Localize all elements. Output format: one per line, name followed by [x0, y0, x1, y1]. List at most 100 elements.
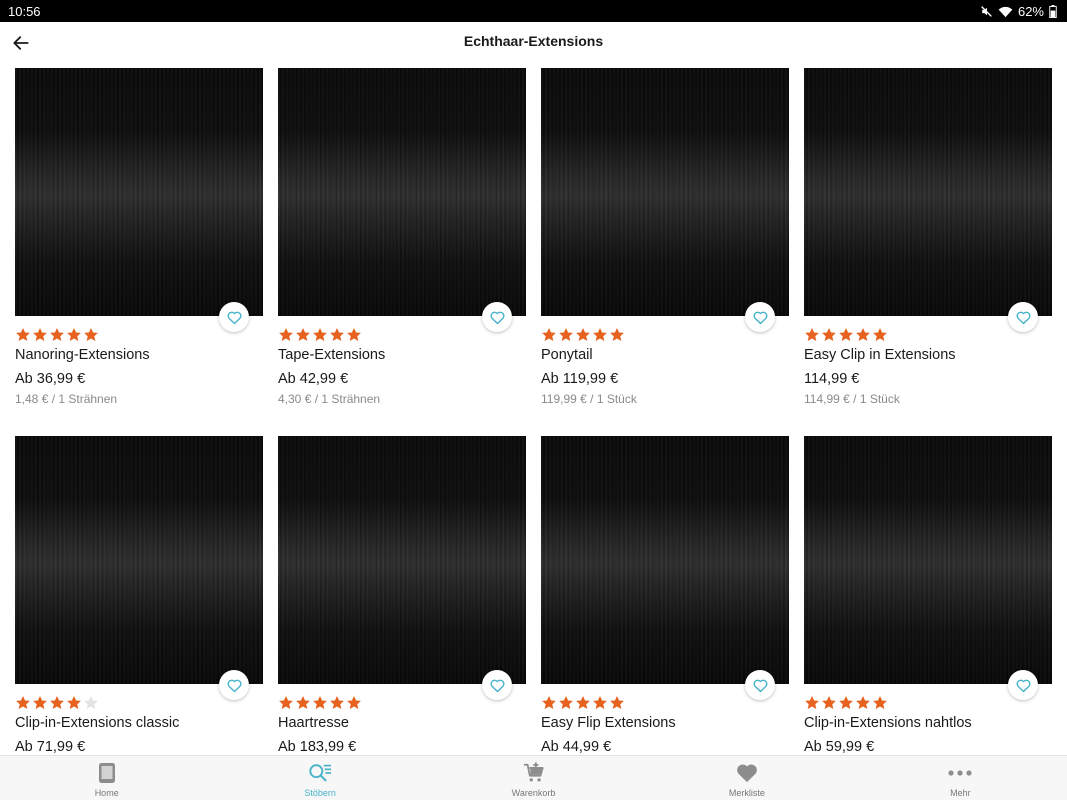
- product-image[interactable]: [278, 68, 526, 316]
- rating-stars: [541, 695, 625, 711]
- product-image[interactable]: [541, 436, 789, 684]
- product-image[interactable]: [278, 436, 526, 684]
- star-filled-icon: [822, 696, 836, 709]
- favorite-button[interactable]: [219, 670, 249, 700]
- star-filled-icon: [839, 328, 853, 341]
- favorite-button[interactable]: [482, 670, 512, 700]
- rating-stars: [541, 327, 625, 343]
- favorite-button[interactable]: [745, 670, 775, 700]
- star-filled-icon: [576, 696, 590, 709]
- star-filled-icon: [33, 328, 47, 341]
- product-image[interactable]: [15, 436, 263, 684]
- nav-label: Warenkorb: [511, 788, 556, 798]
- nav-item-warenkorb[interactable]: Warenkorb: [427, 756, 640, 800]
- mute-icon: [981, 5, 992, 17]
- product-name: Tape-Extensions: [278, 347, 386, 363]
- star-filled-icon: [822, 328, 836, 341]
- nav-label: Merkliste: [728, 788, 765, 798]
- star-filled-icon: [16, 696, 30, 709]
- product-name: Haartresse: [278, 715, 349, 731]
- rating-stars: [278, 695, 362, 711]
- star-filled-icon: [347, 696, 361, 709]
- product-card[interactable]: Clip-in-Extensions nahtlos Ab 59,99 €: [804, 436, 1052, 755]
- star-filled-icon: [873, 696, 887, 709]
- search-list-icon: [308, 761, 332, 785]
- product-price: Ab 36,99 €: [15, 371, 86, 387]
- heart-outline-icon: [226, 679, 242, 692]
- product-list[interactable]: Nanoring-Extensions Ab 36,99 € 1,48 € / …: [0, 62, 1067, 755]
- product-image[interactable]: [15, 68, 263, 316]
- star-filled-icon: [873, 328, 887, 341]
- product-price: Ab 71,99 €: [15, 739, 86, 755]
- product-grid: Nanoring-Extensions Ab 36,99 € 1,48 € / …: [15, 68, 1054, 755]
- product-card[interactable]: Easy Flip Extensions Ab 44,99 €: [541, 436, 789, 755]
- star-filled-icon: [50, 328, 64, 341]
- favorite-button[interactable]: [745, 302, 775, 332]
- product-image[interactable]: [804, 436, 1052, 684]
- product-card[interactable]: Tape-Extensions Ab 42,99 € 4,30 € / 1 St…: [278, 68, 526, 415]
- product-unit-price: 4,30 € / 1 Strähnen: [278, 392, 381, 406]
- favorite-button[interactable]: [1008, 670, 1038, 700]
- favorite-button[interactable]: [482, 302, 512, 332]
- product-unit-price: 119,99 € / 1 Stück: [541, 392, 637, 406]
- product-unit-price: 114,99 € / 1 Stück: [804, 392, 900, 406]
- product-price: Ab 44,99 €: [541, 739, 612, 755]
- star-filled-icon: [330, 328, 344, 341]
- nav-label: Mehr: [950, 788, 971, 798]
- tablet-icon: [95, 761, 119, 785]
- page-title: Echthaar-Extensions: [463, 33, 604, 49]
- heart-outline-icon: [752, 311, 768, 324]
- star-filled-icon: [559, 696, 573, 709]
- product-price: 114,99 €: [804, 371, 860, 387]
- star-filled-icon: [347, 328, 361, 341]
- star-filled-icon: [610, 696, 624, 709]
- star-filled-icon: [576, 328, 590, 341]
- nav-item-st-bern[interactable]: Stöbern: [213, 756, 426, 800]
- product-name: Easy Clip in Extensions: [804, 347, 956, 363]
- nav-item-mehr[interactable]: Mehr: [854, 756, 1067, 800]
- product-name: Clip-in-Extensions classic: [15, 715, 180, 731]
- bottom-navigation: Home Stöbern Warenkorb Merkliste Mehr: [0, 755, 1067, 800]
- star-filled-icon: [50, 696, 64, 709]
- product-card[interactable]: Easy Clip in Extensions 114,99 € 114,99 …: [804, 68, 1052, 415]
- rating-stars: [804, 327, 888, 343]
- favorite-button[interactable]: [1008, 302, 1038, 332]
- product-card[interactable]: Clip-in-Extensions classic Ab 71,99 €: [15, 436, 263, 755]
- heart-outline-icon: [1015, 311, 1031, 324]
- star-filled-icon: [67, 328, 81, 341]
- star-filled-icon: [559, 328, 573, 341]
- nav-item-merkliste[interactable]: Merkliste: [640, 756, 853, 800]
- battery-icon: [1049, 4, 1057, 18]
- nav-item-home[interactable]: Home: [0, 756, 213, 800]
- product-card[interactable]: Ponytail Ab 119,99 € 119,99 € / 1 Stück: [541, 68, 789, 415]
- star-filled-icon: [279, 328, 293, 341]
- star-filled-icon: [593, 696, 607, 709]
- star-filled-icon: [67, 696, 81, 709]
- status-bar: 10:56 62%: [0, 0, 1067, 22]
- status-time: 10:56: [8, 3, 41, 19]
- star-filled-icon: [330, 696, 344, 709]
- rating-stars: [278, 327, 362, 343]
- star-filled-icon: [542, 328, 556, 341]
- status-icons: 62%: [980, 4, 1057, 19]
- product-price: Ab 119,99 €: [541, 371, 619, 387]
- product-price: Ab 183,99 €: [278, 739, 357, 755]
- rating-stars: [804, 695, 888, 711]
- star-filled-icon: [313, 328, 327, 341]
- product-image[interactable]: [541, 68, 789, 316]
- product-name: Easy Flip Extensions: [541, 715, 676, 731]
- product-card[interactable]: Haartresse Ab 183,99 €: [278, 436, 526, 755]
- heart-outline-icon: [1015, 679, 1031, 692]
- product-image[interactable]: [804, 68, 1052, 316]
- favorite-button[interactable]: [219, 302, 249, 332]
- heart-icon: [735, 761, 759, 785]
- star-filled-icon: [805, 696, 819, 709]
- nav-label: Home: [94, 788, 119, 798]
- product-card[interactable]: Nanoring-Extensions Ab 36,99 € 1,48 € / …: [15, 68, 263, 415]
- star-filled-icon: [84, 328, 98, 341]
- star-filled-icon: [805, 328, 819, 341]
- battery-percent: 62%: [1017, 3, 1044, 19]
- star-filled-icon: [296, 696, 310, 709]
- product-price: Ab 42,99 €: [278, 371, 349, 387]
- star-filled-icon: [542, 696, 556, 709]
